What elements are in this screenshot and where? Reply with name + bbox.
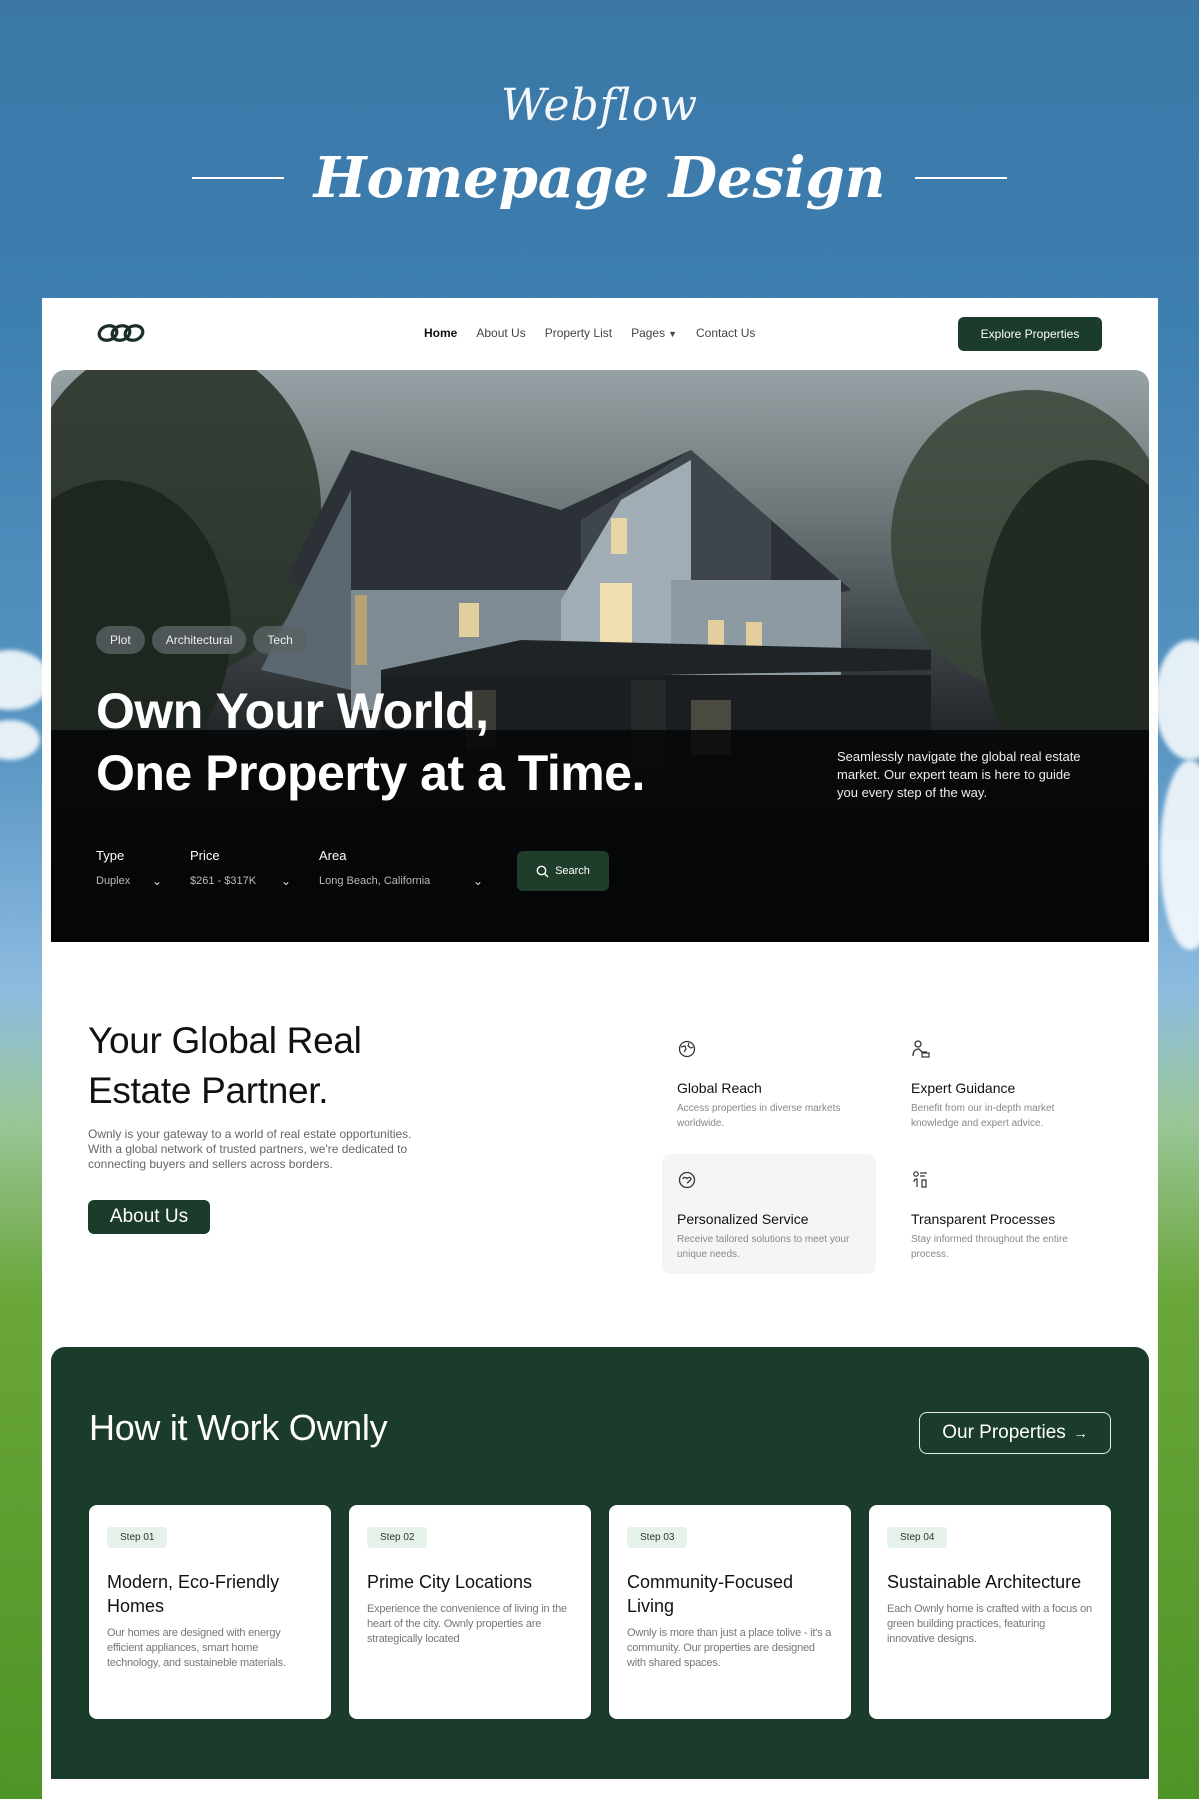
nav-home[interactable]: Home xyxy=(424,326,457,340)
hero-tags: Plot Architectural Tech xyxy=(96,626,307,654)
step-card-title: Modern, Eco-Friendly Homes xyxy=(107,1572,280,1616)
banner-title-row: Homepage Design xyxy=(0,145,1199,211)
heart-hand-icon xyxy=(678,1171,696,1189)
partner-title-line1: Your Global Real xyxy=(88,1020,362,1061)
partner-description: Ownly is your gateway to a world of real… xyxy=(88,1127,412,1171)
step-card-title: Community-Focused Living xyxy=(627,1572,794,1616)
filter-price-value: $261 - $317K xyxy=(190,875,257,887)
feature-transparent-processes: Transparent Processes Stay informed thro… xyxy=(896,1154,1110,1274)
filter-price[interactable]: Price $261 - $317K ⌄ xyxy=(190,848,291,888)
filter-area[interactable]: Area Long Beach, California ⌄ xyxy=(319,848,483,888)
navbar: Home About Us Property List Pages ▼ Conta… xyxy=(42,298,1158,370)
step-card-description: Ownly is more than just a place tolive -… xyxy=(627,1627,832,1669)
step-badge: Step 04 xyxy=(887,1527,948,1548)
banner-script-top: Webflow xyxy=(500,80,699,131)
banner-rule-left xyxy=(191,177,284,179)
tag-tech[interactable]: Tech xyxy=(253,626,307,654)
step-card-description: Our homes are designed with energy effic… xyxy=(107,1627,286,1669)
chevron-down-icon: ⌄ xyxy=(280,874,291,888)
filter-area-label: Area xyxy=(319,848,347,863)
feature-description: Receive tailored solutions to meet your … xyxy=(677,1234,850,1260)
step-card-title: Prime City Locations xyxy=(367,1572,533,1592)
step-card-description: Each Ownly home is crafted with a focus … xyxy=(887,1603,1092,1645)
about-us-button[interactable]: About Us xyxy=(88,1200,210,1234)
step-card: Step 02 Prime City Locations Experience … xyxy=(349,1505,591,1719)
chevron-down-icon: ⌄ xyxy=(151,874,162,888)
tag-plot[interactable]: Plot xyxy=(96,626,145,654)
cloud xyxy=(1155,640,1199,760)
website-frame: Home About Us Property List Pages ▼ Conta… xyxy=(42,298,1158,1799)
step-card-title: Sustainable Architecture xyxy=(887,1572,1082,1592)
feature-description: Stay informed throughout the entire proc… xyxy=(911,1234,1068,1260)
nav-contact-us[interactable]: Contact Us xyxy=(696,326,755,340)
filter-area-value: Long Beach, California xyxy=(319,875,431,887)
feature-personalized-service: Personalized Service Receive tailored so… xyxy=(662,1154,876,1274)
filter-area-value-row: Long Beach, California ⌄ xyxy=(319,874,483,888)
how-it-works-section: How it Work Ownly Our Properties → Step … xyxy=(51,1347,1149,1779)
explore-properties-button[interactable]: Explore Properties xyxy=(958,317,1102,351)
step-card: Step 03 Community-Focused Living Ownly i… xyxy=(609,1505,851,1719)
feature-title: Transparent Processes xyxy=(911,1211,1056,1227)
feature-global-reach: Global Reach Access properties in divers… xyxy=(662,1023,876,1143)
filter-price-label: Price xyxy=(190,848,220,863)
filter-type-value: Duplex xyxy=(96,875,131,887)
process-icon xyxy=(913,1171,927,1188)
cloud xyxy=(1160,760,1199,950)
tag-architectural[interactable]: Architectural xyxy=(151,626,247,654)
hero-title-line2: One Property at a Time. xyxy=(96,745,645,801)
hero-section: Plot Architectural Tech Own Your World, … xyxy=(51,370,1149,942)
banner: Webflow Homepage Design xyxy=(0,80,1199,211)
logo-icon[interactable] xyxy=(96,322,146,344)
search-filters: Type Duplex ⌄ Price $261 - $317K ⌄ Area … xyxy=(96,848,511,888)
our-properties-label: Our Properties xyxy=(942,1422,1066,1443)
feature-description: Benefit from our in-depth market knowled… xyxy=(911,1103,1055,1129)
step-badge: Step 03 xyxy=(627,1527,688,1548)
hero-description: Seamlessly navigate the global real esta… xyxy=(837,749,1081,800)
step-badge: Step 01 xyxy=(107,1527,168,1548)
filter-price-value-row: $261 - $317K ⌄ xyxy=(190,874,291,888)
filter-type-label: Type xyxy=(96,848,125,863)
filter-type-value-row: Duplex ⌄ xyxy=(96,874,162,888)
step-card: Step 04 Sustainable Architecture Each Ow… xyxy=(869,1505,1111,1719)
nav-pages-label: Pages xyxy=(631,326,666,340)
partner-title: Your Global Real Estate Partner. xyxy=(88,1016,362,1116)
guide-person-icon xyxy=(912,1040,930,1058)
feature-description: Access properties in diverse markets wor… xyxy=(677,1103,841,1129)
how-it-works-title: How it Work Ownly xyxy=(89,1407,388,1448)
hero-title-line1: Own Your World, xyxy=(96,683,489,739)
nav-links: Home About Us Property List Pages ▼ Conta… xyxy=(424,326,755,340)
nav-pages[interactable]: Pages ▼ xyxy=(631,326,677,340)
partner-title-line2: Estate Partner. xyxy=(88,1070,329,1111)
globe-icon xyxy=(678,1040,696,1058)
banner-title: Homepage Design xyxy=(313,145,886,211)
step-card-description: Experience the convenience of living in … xyxy=(367,1603,567,1645)
arrow-right-icon: → xyxy=(1073,1425,1088,1441)
feature-title: Personalized Service xyxy=(677,1211,809,1227)
hero-title: Own Your World, One Property at a Time. xyxy=(96,680,645,804)
search-icon xyxy=(536,865,549,877)
cloud xyxy=(0,720,40,760)
banner-rule-right xyxy=(915,177,1008,179)
search-button[interactable]: Search xyxy=(517,851,609,891)
chevron-down-icon: ⌄ xyxy=(472,874,483,888)
filter-type[interactable]: Type Duplex ⌄ xyxy=(96,848,162,888)
step-card: Step 01 Modern, Eco-Friendly Homes Our h… xyxy=(89,1505,331,1719)
feature-title: Expert Guidance xyxy=(911,1080,1016,1096)
step-badge: Step 02 xyxy=(367,1527,428,1548)
search-button-label: Search xyxy=(555,865,590,877)
our-properties-button[interactable]: Our Properties → xyxy=(919,1412,1111,1454)
nav-property-list[interactable]: Property List xyxy=(545,326,612,340)
feature-title: Global Reach xyxy=(677,1080,762,1096)
nav-about-us[interactable]: About Us xyxy=(476,326,525,340)
caret-down-icon: ▼ xyxy=(668,329,678,339)
feature-expert-guidance: Expert Guidance Benefit from our in-dept… xyxy=(896,1023,1110,1143)
